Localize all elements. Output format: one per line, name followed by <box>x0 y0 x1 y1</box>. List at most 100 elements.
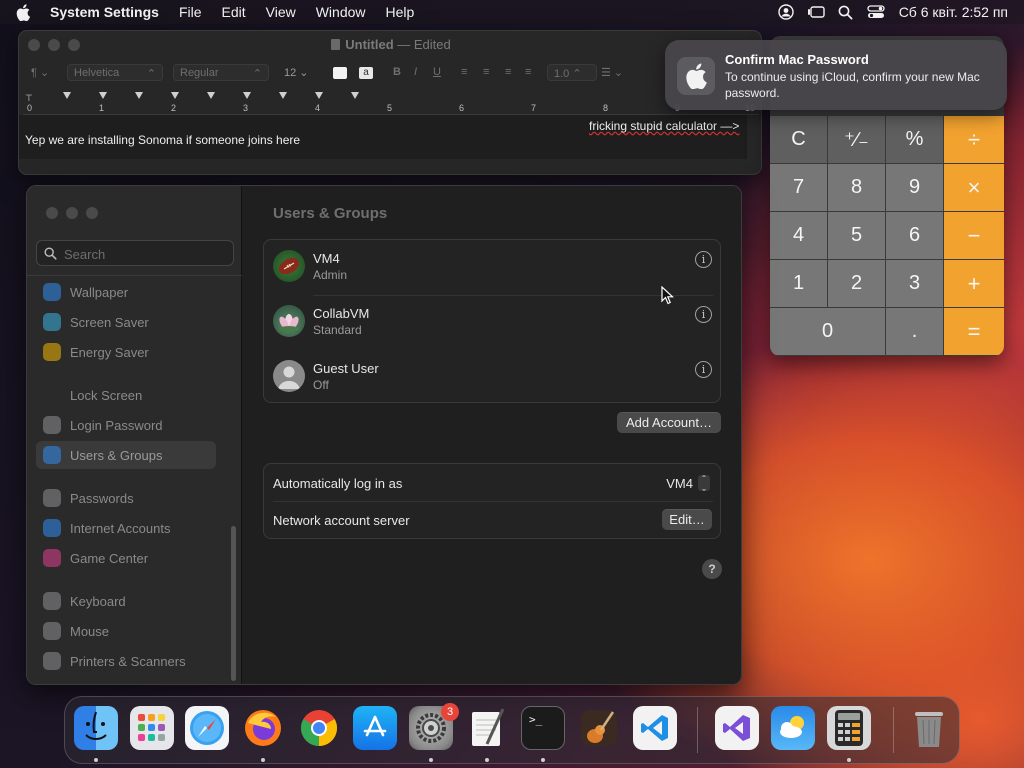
sidebar-item-mouse[interactable]: Mouse <box>36 617 216 645</box>
sidebar-item-users-groups[interactable]: Users & Groups <box>36 441 216 469</box>
bold-button[interactable]: B <box>393 66 401 78</box>
paragraph-styles-icon[interactable]: ¶ ⌄ <box>31 66 49 79</box>
zoom-button[interactable] <box>86 207 98 219</box>
tab-stop-marker[interactable] <box>315 92 323 99</box>
stage-manager-icon[interactable] <box>801 0 831 24</box>
tab-stop-marker[interactable] <box>63 92 71 99</box>
textedit-icon[interactable] <box>465 706 509 750</box>
vscode-icon[interactable] <box>633 706 677 750</box>
tab-stop-marker[interactable] <box>207 92 215 99</box>
sidebar-item-energy-saver[interactable]: Energy Saver <box>36 338 216 366</box>
calc-key[interactable]: 3 <box>886 260 943 307</box>
info-icon[interactable]: i <box>695 306 712 323</box>
calc-key[interactable]: 1 <box>770 260 827 307</box>
sidebar-item-printers-scanners[interactable]: Printers & Scanners <box>36 647 216 675</box>
calc-key[interactable]: − <box>944 212 1004 259</box>
launchpad-icon[interactable] <box>130 706 174 750</box>
align-center-icon[interactable]: ≡ <box>483 66 489 78</box>
underline-button[interactable]: U <box>433 66 441 78</box>
calc-key[interactable]: 5 <box>828 212 885 259</box>
help-button[interactable]: ? <box>702 559 722 579</box>
document-note[interactable]: fricking stupid calculator —> <box>589 119 739 133</box>
auto-login-select[interactable]: VM4 ⌃ ⌃ <box>666 475 710 492</box>
document-text[interactable]: Yep we are installing Sonoma if someone … <box>25 133 300 147</box>
font-style-select[interactable]: Regular ⌃ <box>173 64 269 81</box>
calc-key[interactable]: 7 <box>770 164 827 211</box>
calc-key[interactable]: 9 <box>886 164 943 211</box>
sidebar-item-internet-accounts[interactable]: Internet Accounts <box>36 514 216 542</box>
close-button[interactable] <box>46 207 58 219</box>
calc-key[interactable]: × <box>944 164 1004 211</box>
ruler[interactable]: ⊤ 0 1 2 3 4 5 6 7 8 9 10 <box>23 91 759 115</box>
italic-button[interactable]: I <box>414 66 417 78</box>
menu-app-name[interactable]: System Settings <box>40 0 169 24</box>
calc-key[interactable]: 6 <box>886 212 943 259</box>
sidebar-item-game-center[interactable]: Game Center <box>36 544 216 572</box>
minimize-button[interactable] <box>66 207 78 219</box>
add-account-button[interactable]: Add Account… <box>617 412 721 433</box>
info-icon[interactable]: i <box>695 361 712 378</box>
menu-edit[interactable]: Edit <box>212 0 256 24</box>
calc-key[interactable]: 2 <box>828 260 885 307</box>
user-row-vm4[interactable]: VM4 Admin i <box>264 240 722 295</box>
tab-stop-marker[interactable] <box>171 92 179 99</box>
calc-key[interactable]: C <box>770 116 827 163</box>
calc-key[interactable]: = <box>944 308 1004 355</box>
control-center-icon[interactable] <box>861 0 891 24</box>
garageband-icon[interactable] <box>577 706 621 750</box>
menubar-clock[interactable]: Сб 6 квіт. 2:52 пп <box>891 4 1024 20</box>
spotlight-search-icon[interactable] <box>831 0 861 24</box>
font-size-select[interactable]: 12 ⌄ <box>278 64 318 81</box>
sidebar-item-screen-saver[interactable]: Screen Saver <box>36 308 216 336</box>
tab-stop-marker[interactable] <box>99 92 107 99</box>
text-color-swatch[interactable] <box>333 67 347 79</box>
visual-studio-icon[interactable] <box>715 706 759 750</box>
sidebar-item-passwords[interactable]: Passwords <box>36 484 216 512</box>
calc-key[interactable]: ⁺∕₋ <box>828 116 885 163</box>
trash-icon[interactable] <box>907 706 951 750</box>
align-left-icon[interactable]: ≡ <box>461 66 467 78</box>
chrome-icon[interactable] <box>297 706 341 750</box>
calc-key[interactable]: . <box>886 308 943 355</box>
safari-icon[interactable] <box>185 706 229 750</box>
weather-icon[interactable] <box>771 706 815 750</box>
align-right-icon[interactable]: ≡ <box>505 66 511 78</box>
sidebar-item-lock-screen[interactable]: Lock Screen <box>36 381 216 409</box>
user-account-icon[interactable] <box>771 0 801 24</box>
justify-icon[interactable]: ≡ <box>525 66 531 78</box>
edit-button[interactable]: Edit… <box>662 509 712 530</box>
user-row-collabvm[interactable]: CollabVM Standard i <box>264 295 722 350</box>
firefox-icon[interactable] <box>241 706 285 750</box>
app-store-icon[interactable] <box>353 706 397 750</box>
line-spacing-select[interactable]: 1.0 ⌃ <box>547 64 597 81</box>
list-bullets-icon[interactable]: ☰ ⌄ <box>601 66 623 79</box>
sidebar-item-login-password[interactable]: Login Password <box>36 411 216 439</box>
menu-window[interactable]: Window <box>306 0 376 24</box>
sidebar-item-keyboard[interactable]: Keyboard <box>36 587 216 615</box>
calc-key[interactable]: ÷ <box>944 116 1004 163</box>
font-family-select[interactable]: Helvetica ⌃ <box>67 64 163 81</box>
calculator-icon[interactable] <box>827 706 871 750</box>
user-row-guest[interactable]: Guest User Off i <box>264 350 722 405</box>
terminal-icon[interactable]: >_ <box>521 706 565 750</box>
menu-view[interactable]: View <box>256 0 306 24</box>
apple-menu-icon[interactable] <box>16 3 32 21</box>
menu-file[interactable]: File <box>169 0 212 24</box>
calc-key[interactable]: % <box>886 116 943 163</box>
menu-help[interactable]: Help <box>376 0 425 24</box>
tab-stop-marker[interactable] <box>243 92 251 99</box>
calc-key[interactable]: 8 <box>828 164 885 211</box>
info-icon[interactable]: i <box>695 251 712 268</box>
sidebar-scrollbar[interactable] <box>231 526 236 681</box>
highlight-color-icon[interactable]: a <box>359 67 373 79</box>
finder-icon[interactable] <box>74 706 118 750</box>
document-body[interactable]: Yep we are installing Sonoma if someone … <box>19 115 747 159</box>
search-input[interactable]: Search <box>36 240 234 266</box>
sidebar-item-wallpaper[interactable]: Wallpaper <box>36 278 216 306</box>
calc-key[interactable]: + <box>944 260 1004 307</box>
tab-stop-marker[interactable] <box>351 92 359 99</box>
tab-stop-marker[interactable] <box>279 92 287 99</box>
tab-stop-marker[interactable] <box>135 92 143 99</box>
calc-key[interactable]: 0 <box>770 308 885 355</box>
calc-key[interactable]: 4 <box>770 212 827 259</box>
